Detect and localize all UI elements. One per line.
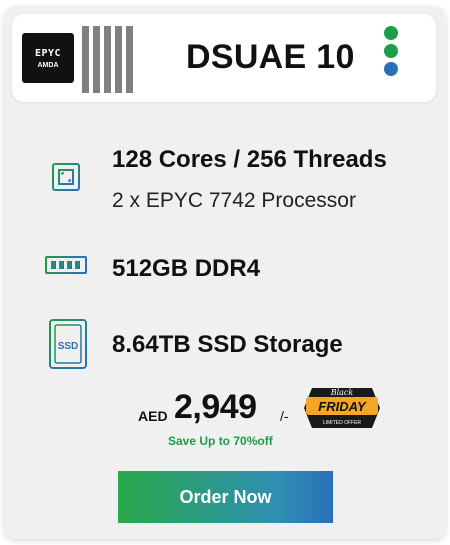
badge-line1: Black: [330, 388, 354, 397]
storage-spec-main: 8.64TB SSD Storage: [112, 331, 343, 358]
processor-chip-icon: [46, 157, 86, 197]
ram-spec-main: 512GB DDR4: [112, 255, 261, 282]
cpu-spec-main: 128 Cores / 256 Threads: [112, 146, 387, 173]
ssd-icon-label: SSD: [58, 341, 79, 352]
savings-text: Save Up to 70%off: [168, 434, 273, 448]
badge-line3: LIMITED OFFER: [323, 420, 361, 426]
price-amount: 2,949: [174, 388, 257, 426]
price-currency: AED: [138, 408, 168, 424]
memory-module-icon: [45, 256, 87, 279]
status-dot: [384, 44, 398, 58]
ram-stick: [104, 26, 111, 93]
ram-sticks-graphic: [82, 26, 133, 93]
cpu-spec-sub: 2 x EPYC 7742 Processor: [112, 189, 356, 212]
status-dot: [384, 26, 398, 40]
order-now-button[interactable]: Order Now: [118, 471, 333, 523]
ram-stick: [82, 26, 89, 93]
price-suffix: /-: [280, 408, 289, 424]
cpu-badge-line2: AMDA: [37, 61, 59, 69]
status-dot: [384, 62, 398, 76]
ram-stick: [93, 26, 100, 93]
black-friday-badge: Black FRIDAY LIMITED OFFER: [304, 388, 380, 428]
ram-stick: [115, 26, 122, 93]
cpu-badge-line1: EPYC: [34, 47, 62, 59]
ram-stick: [126, 26, 133, 93]
server-title: DSUAE 10: [186, 38, 355, 76]
amd-epyc-logo: EPYC AMDA: [22, 33, 74, 83]
ssd-drive-icon: SSD: [49, 319, 87, 369]
badge-line2: FRIDAY: [318, 399, 367, 414]
